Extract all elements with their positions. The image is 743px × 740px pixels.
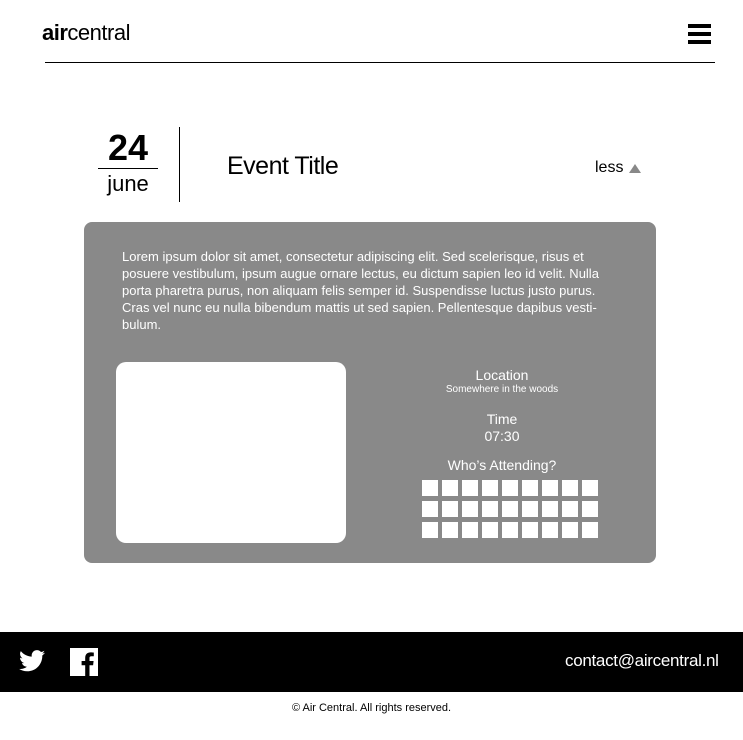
- logo[interactable]: aircentral: [42, 20, 130, 46]
- time-label: Time: [486, 411, 518, 427]
- contact-email-link[interactable]: contact@aircentral.nl: [565, 651, 719, 671]
- attendee-avatar[interactable]: [462, 501, 478, 517]
- event-month: june: [107, 171, 149, 196]
- attendee-avatar[interactable]: [442, 480, 458, 496]
- attendee-avatar[interactable]: [442, 501, 458, 517]
- date-divider: [179, 127, 180, 202]
- attendee-avatar[interactable]: [482, 480, 498, 496]
- attendee-avatar[interactable]: [422, 522, 438, 538]
- attendee-avatar[interactable]: [562, 480, 578, 496]
- triangle-up-icon: [629, 163, 642, 173]
- attendee-avatar[interactable]: [422, 480, 438, 496]
- attendee-avatar[interactable]: [542, 501, 558, 517]
- attendee-avatar[interactable]: [502, 522, 518, 538]
- event-day: 24: [107, 127, 149, 168]
- logo-light: central: [67, 20, 130, 45]
- event-details-panel: Lorem ipsum dolor sit amet, consectetur …: [84, 222, 656, 563]
- attendee-avatar[interactable]: [582, 522, 598, 538]
- event-image-placeholder: [116, 362, 346, 543]
- attendee-avatar[interactable]: [562, 501, 578, 517]
- attendee-avatar[interactable]: [462, 480, 478, 496]
- header: aircentral: [0, 0, 743, 64]
- attendee-avatar[interactable]: [462, 522, 478, 538]
- attendee-avatar[interactable]: [542, 522, 558, 538]
- hamburger-menu-icon[interactable]: [688, 24, 711, 44]
- location-label: Location: [475, 367, 529, 383]
- attendee-avatar[interactable]: [482, 501, 498, 517]
- event-title: Event Title: [227, 152, 339, 180]
- attendee-avatar[interactable]: [542, 480, 558, 496]
- less-label: less: [595, 159, 624, 176]
- attendee-avatar[interactable]: [442, 522, 458, 538]
- time-value: 07:30: [484, 428, 520, 444]
- attending-label: Who’s Attending?: [447, 457, 557, 473]
- attendee-avatar[interactable]: [582, 501, 598, 517]
- facebook-icon[interactable]: [70, 648, 98, 676]
- attendee-grid: [422, 480, 602, 538]
- less-toggle-button[interactable]: less: [595, 159, 642, 177]
- event-date: 24 june: [96, 128, 160, 199]
- twitter-icon[interactable]: [19, 650, 45, 672]
- logo-bold: air: [42, 20, 68, 45]
- attendee-avatar[interactable]: [582, 480, 598, 496]
- attendee-avatar[interactable]: [522, 522, 538, 538]
- attendee-avatar[interactable]: [482, 522, 498, 538]
- attendee-avatar[interactable]: [422, 501, 438, 517]
- location-value: Somewhere in the woods: [445, 384, 559, 395]
- attendee-avatar[interactable]: [502, 501, 518, 517]
- attendee-avatar[interactable]: [502, 480, 518, 496]
- event-info: Location Somewhere in the woods Time 07:…: [402, 367, 602, 473]
- attendee-avatar[interactable]: [522, 480, 538, 496]
- copyright: © Air Central. All rights reserved.: [291, 702, 452, 714]
- attendee-avatar[interactable]: [562, 522, 578, 538]
- header-divider: [45, 62, 715, 63]
- event-description: Lorem ipsum dolor sit amet, consectetur …: [122, 249, 599, 332]
- attendee-avatar[interactable]: [522, 501, 538, 517]
